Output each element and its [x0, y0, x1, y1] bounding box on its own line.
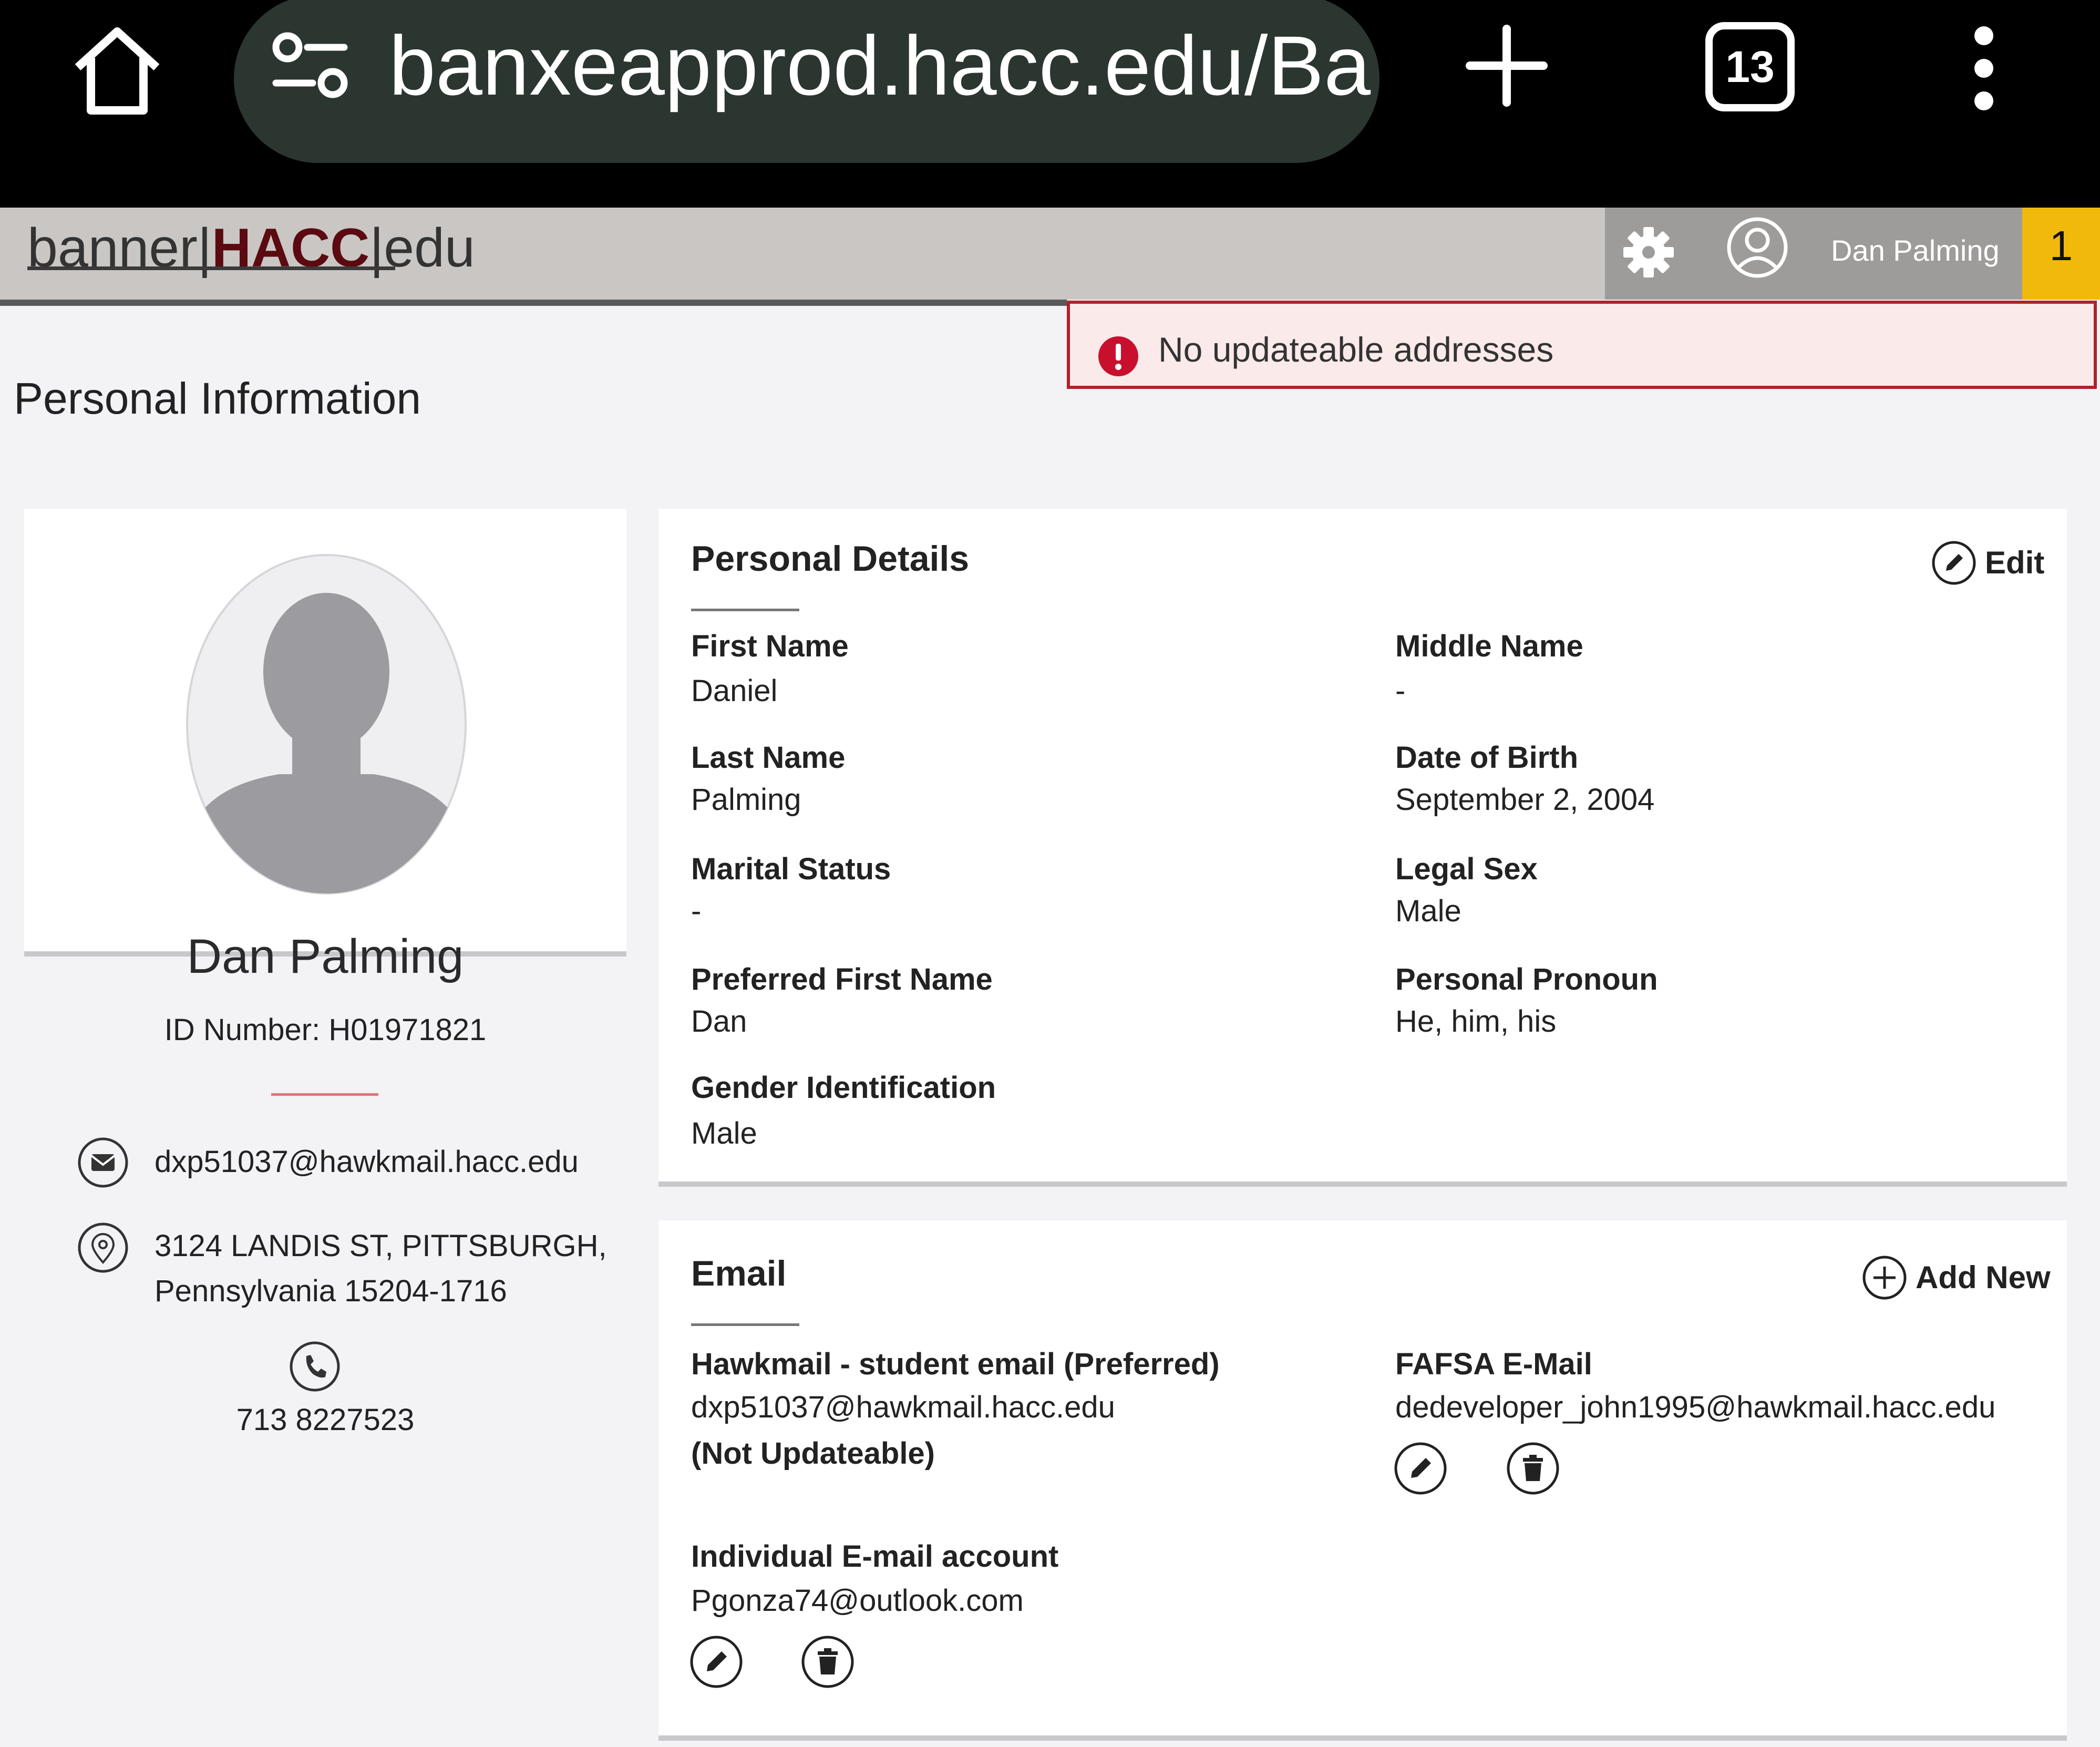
legal-sex-label: Legal Sex [1395, 852, 1538, 886]
edit-email-button[interactable] [689, 1635, 744, 1689]
delete-email-button[interactable] [800, 1635, 855, 1689]
marital-status-value: - [691, 894, 702, 928]
profile-email[interactable]: dxp51037@hawkmail.hacc.edu [155, 1139, 579, 1185]
address-bar[interactable]: banxeapprod.hacc.edu/Ba [234, 0, 1380, 163]
title-underline [691, 1323, 799, 1326]
email-section-title: Email [691, 1253, 787, 1293]
new-tab-icon[interactable] [1462, 21, 1551, 110]
email-type-label: Hawkmail - student email (Preferred) [691, 1347, 1220, 1381]
delete-email-button[interactable] [1506, 1441, 1560, 1496]
personal-pronoun-label: Personal Pronoun [1395, 962, 1658, 996]
tab-switcher-button[interactable]: 13 [1705, 22, 1795, 111]
add-new-email-button[interactable]: Add New [1862, 1255, 2051, 1300]
location-pin-icon [77, 1221, 129, 1274]
user-toolbar: Dan Palming [1605, 208, 2022, 300]
id-value: H01971821 [328, 1013, 487, 1047]
middle-name-label: Middle Name [1395, 629, 1583, 663]
not-updateable-note: (Not Updateable) [691, 1436, 935, 1471]
banner-hacc-logo[interactable]: banner|HACC|edu [27, 217, 475, 280]
email-address: dxp51037@hawkmail.hacc.edu [691, 1390, 1115, 1424]
gender-identification-value: Male [691, 1116, 757, 1150]
preferred-first-name-value: Dan [691, 1004, 747, 1039]
gender-identification-label: Gender Identification [691, 1071, 996, 1105]
personal-details-card: Personal Details Edit First Name Daniel … [658, 509, 2067, 1181]
profile-photo [184, 553, 468, 895]
first-name-value: Daniel [691, 674, 778, 708]
preferred-first-name-label: Preferred First Name [691, 962, 993, 996]
email-address: dedeveloper_john1995@hawkmail.hacc.edu [1395, 1390, 1996, 1424]
email-address: Pgonza74@outlook.com [691, 1584, 1024, 1618]
id-number: ID Number: H01971821 [24, 1012, 626, 1047]
middle-name-value: - [1395, 674, 1406, 708]
edit-personal-details-button[interactable]: Edit [1931, 540, 2044, 585]
plus-circle-icon [1862, 1255, 1907, 1300]
pencil-icon [1931, 540, 1977, 585]
site-settings-icon[interactable] [271, 26, 349, 105]
id-label: ID Number: [164, 1013, 321, 1047]
first-name-label: First Name [691, 629, 849, 663]
user-name-link[interactable]: Dan Palming [1831, 224, 2000, 277]
home-icon[interactable] [67, 21, 167, 121]
last-name-value: Palming [691, 783, 801, 817]
phone-icon [289, 1340, 341, 1393]
edit-email-button[interactable] [1393, 1441, 1448, 1496]
profile-name: Dan Palming [187, 930, 464, 983]
profile-phone: 713 8227523 [236, 1403, 415, 1437]
profile-divider [271, 1093, 378, 1096]
email-type-label: Individual E-mail account [691, 1539, 1059, 1574]
marital-status-label: Marital Status [691, 852, 891, 886]
profile-card: Dan Palming ID Number: H01971821 dxp5103… [24, 509, 626, 1437]
user-avatar-icon[interactable] [1726, 216, 1789, 279]
date-of-birth-label: Date of Birth [1395, 741, 1578, 775]
browser-toolbar: banxeapprod.hacc.edu/Ba 13 [0, 0, 2100, 208]
personal-details-title: Personal Details [691, 539, 970, 579]
error-notification[interactable]: No updateable addresses [1067, 301, 2097, 389]
date-of-birth-value: September 2, 2004 [1395, 783, 1655, 817]
profile-address-line1: 3124 LANDIS ST, PITTSBURGH, [155, 1229, 607, 1263]
site-header: banner|HACC|edu Dan Palming 1 [0, 208, 2100, 300]
email-card: Email Add New Hawkmail - student email (… [658, 1220, 2067, 1735]
notification-badge[interactable]: 1 [2022, 208, 2100, 300]
email-icon [77, 1136, 129, 1189]
page-title: Personal Information [14, 374, 421, 423]
more-menu-icon[interactable] [1958, 21, 2010, 116]
personal-pronoun-value: He, him, his [1395, 1004, 1557, 1039]
profile-address-line2: Pennsylvania 15204-1716 [155, 1274, 507, 1308]
logo-underline [27, 266, 395, 270]
email-type-label: FAFSA E-Mail [1395, 1347, 1592, 1381]
header-divider [0, 300, 1067, 306]
error-message: No updateable addresses [1158, 330, 1554, 369]
title-underline [691, 609, 799, 611]
last-name-label: Last Name [691, 741, 846, 775]
error-icon [1097, 335, 1139, 377]
gear-icon[interactable] [1620, 223, 1677, 281]
url-text[interactable]: banxeapprod.hacc.edu/Ba [389, 16, 1371, 116]
legal-sex-value: Male [1395, 894, 1461, 928]
